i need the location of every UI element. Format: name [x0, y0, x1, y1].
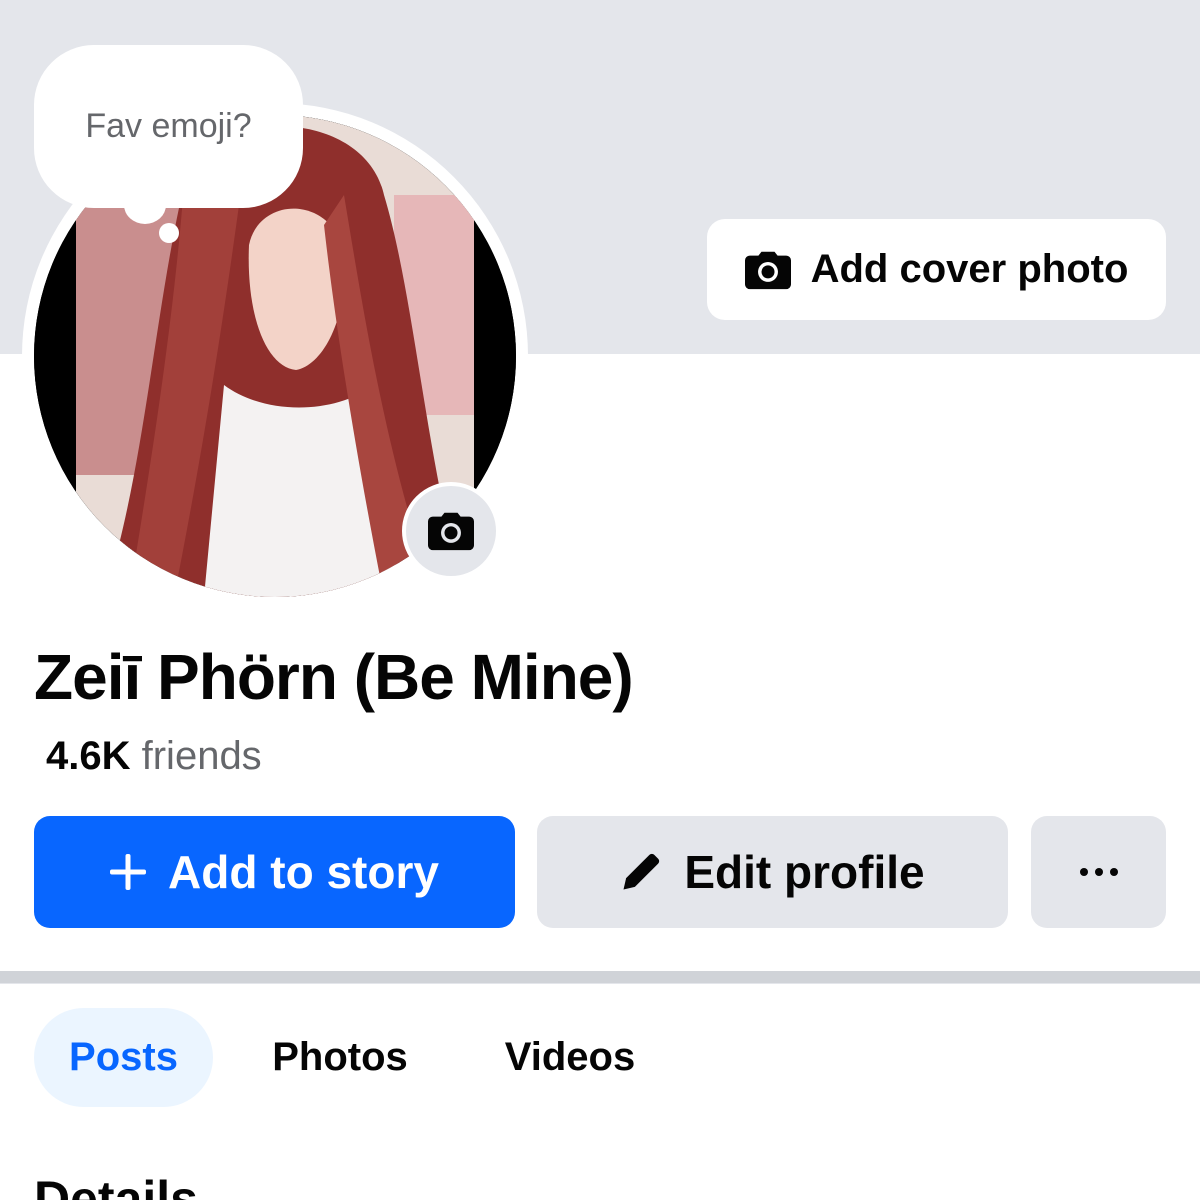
friends-count-label: friends	[141, 734, 262, 778]
tab-videos-label: Videos	[504, 1035, 636, 1079]
camera-icon	[744, 251, 791, 289]
add-to-story-label: Add to story	[168, 846, 439, 898]
add-cover-photo-label: Add cover photo	[810, 247, 1129, 291]
add-cover-photo-button[interactable]: Add cover photo	[707, 219, 1166, 320]
friends-count-number: 4.6K	[46, 734, 131, 778]
note-thought-bubble[interactable]: Fav emoji?	[34, 45, 303, 208]
plus-icon	[110, 854, 147, 890]
profile-name: Zeiī Phörn (Be Mine)	[34, 641, 634, 713]
details-section-title: Details	[34, 1171, 198, 1200]
tab-photos-label: Photos	[272, 1035, 408, 1079]
bubble-tail-small	[159, 223, 179, 243]
tab-photos[interactable]: Photos	[245, 1008, 435, 1107]
edit-profile-button[interactable]: Edit profile	[537, 816, 1008, 928]
more-options-button[interactable]	[1031, 816, 1166, 928]
tab-posts[interactable]: Posts	[34, 1008, 213, 1107]
pencil-icon	[623, 853, 660, 890]
more-dots-icon	[1079, 868, 1118, 876]
add-to-story-button[interactable]: Add to story	[34, 816, 515, 928]
section-divider	[0, 971, 1200, 984]
bubble-tail-large	[124, 186, 166, 224]
tab-posts-label: Posts	[69, 1035, 178, 1079]
camera-icon	[428, 512, 474, 551]
note-text: Fav emoji?	[85, 107, 252, 145]
edit-profile-label: Edit profile	[684, 846, 925, 898]
tab-videos[interactable]: Videos	[480, 1008, 660, 1107]
update-profile-picture-button[interactable]	[402, 482, 500, 580]
profile-page: Add cover photo Fav emoji? Zeiī Phörn (B…	[0, 0, 1200, 1200]
friends-count[interactable]: 4.6K friends	[46, 734, 262, 779]
